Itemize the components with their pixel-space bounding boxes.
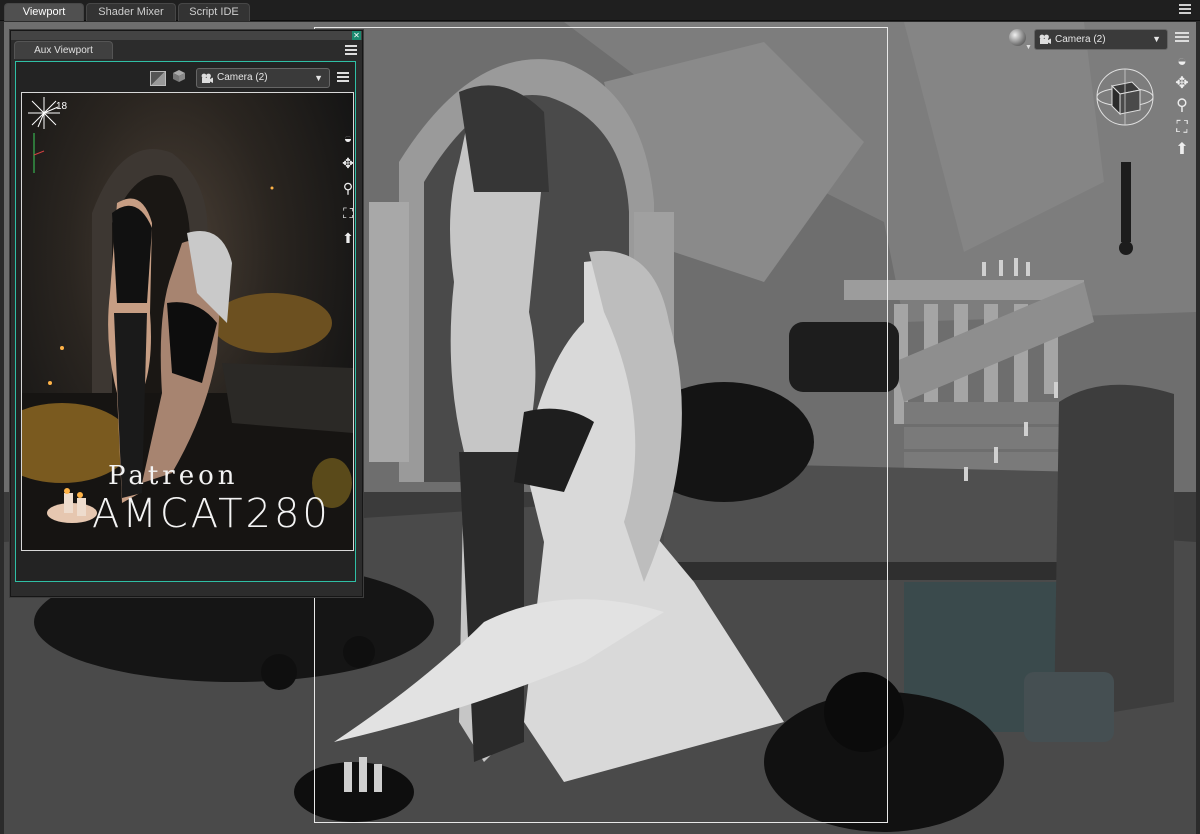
tab-viewport[interactable]: Viewport	[4, 3, 84, 21]
pan-icon[interactable]: ✥	[338, 154, 353, 172]
zoom-icon[interactable]: ⚲	[338, 179, 353, 197]
aux-camera-label: Camera (2)	[217, 72, 268, 83]
orbit-icon[interactable]: ◒	[1172, 52, 1192, 72]
tab-script-ide[interactable]: Script IDE	[178, 3, 250, 21]
aux-nav-tools: ◒ ✥ ⚲ ⛶ ⬆	[338, 129, 353, 254]
aux-viewport-menu-icon[interactable]	[336, 70, 350, 82]
home-icon[interactable]: ⬆	[1172, 140, 1192, 160]
render-settings-icon[interactable]	[171, 68, 187, 84]
zoom-icon[interactable]: ⚲	[1172, 96, 1192, 116]
watermark-handle: AMCAT280	[92, 491, 331, 537]
home-icon[interactable]: ⬆	[338, 229, 353, 247]
aux-render-preview[interactable]: 18 Patreon AMCAT280 ◒ ✥ ⚲ ⛶ ⬆	[21, 92, 354, 551]
watermark-patreon: Patreon	[108, 461, 239, 491]
aux-viewport-panel: ✕ Aux Viewport Camera (2) ▼ 18 Patreon A…	[10, 30, 363, 597]
pan-icon[interactable]: ✥	[1172, 74, 1192, 94]
aux-viewport-body: Camera (2) ▼ 18 Patreon AMCAT280 ◒ ✥ ⚲ ⛶…	[15, 61, 356, 582]
viewport-nav-tools: ◒ ✥ ⚲ ⛶ ⬆	[1172, 52, 1194, 162]
aux-panel-menu-icon[interactable]	[344, 43, 358, 55]
frame-icon[interactable]: ⛶	[1172, 118, 1192, 138]
viewport-camera-label: Camera (2)	[1055, 34, 1106, 45]
draw-style-arrow-icon[interactable]: ▼	[1025, 44, 1032, 51]
tab-bar: Viewport Shader Mixer Script IDE	[0, 0, 1200, 21]
draw-style-icon[interactable]	[1009, 29, 1026, 46]
viewport-menu-icon[interactable]	[1174, 30, 1190, 45]
frame-icon[interactable]: ⛶	[338, 204, 353, 222]
nav-cube-icon	[1096, 68, 1154, 126]
toggle-preview-icon[interactable]	[150, 71, 166, 86]
aux-camera-select[interactable]: Camera (2) ▼	[196, 68, 330, 88]
chevron-down-icon: ▼	[314, 73, 323, 83]
tab-shader-mixer[interactable]: Shader Mixer	[86, 3, 176, 21]
close-icon[interactable]: ✕	[352, 31, 361, 40]
tab-aux-viewport[interactable]: Aux Viewport	[14, 41, 113, 59]
camera-icon	[201, 73, 213, 83]
aux-title-bar[interactable]	[11, 31, 362, 40]
render-frame-guide	[314, 27, 888, 823]
camera-icon	[1039, 34, 1051, 44]
orbit-icon[interactable]: ◒	[338, 129, 353, 147]
tab-menu-icon[interactable]	[1176, 2, 1194, 17]
viewport-camera-select[interactable]: Camera (2) ▼	[1034, 29, 1168, 50]
frame-count-label: 18	[56, 101, 68, 112]
chevron-down-icon: ▼	[1152, 34, 1161, 44]
navigation-cube[interactable]	[1094, 66, 1156, 128]
